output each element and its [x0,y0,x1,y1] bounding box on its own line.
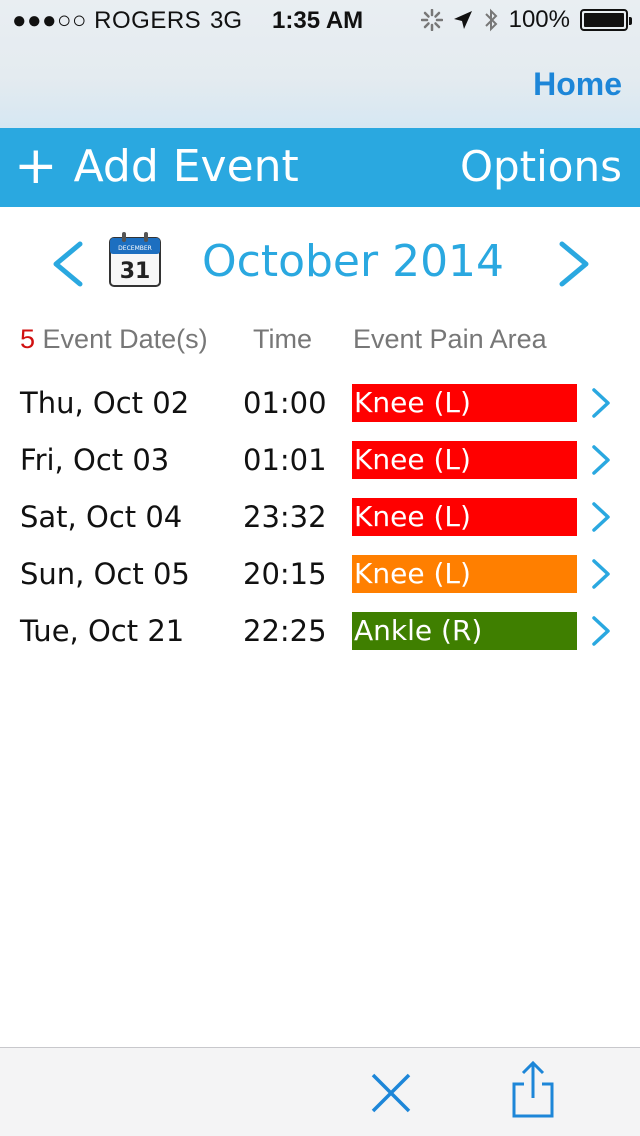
home-button[interactable]: Home [533,66,622,103]
chevron-right-icon[interactable] [588,386,614,420]
date-column-header: 5 Event Date(s) [20,324,208,355]
event-date: Sun, Oct 05 [20,557,190,591]
event-time: 01:01 [243,443,327,477]
month-title: October 2014 [202,236,505,287]
event-date: Sat, Oct 04 [20,500,183,534]
close-icon[interactable] [368,1070,414,1116]
add-event-label: Add Event [73,140,299,192]
event-row[interactable]: Tue, Oct 21 22:25 Ankle (R) [0,612,640,652]
event-date: Thu, Oct 02 [20,386,190,420]
battery-percent: 100% [508,6,570,33]
status-time: 1:35 AM [272,7,364,34]
event-row[interactable]: Sat, Oct 04 23:32 Knee (L) [0,498,640,538]
share-icon[interactable] [510,1060,556,1120]
event-row[interactable]: Fri, Oct 03 01:01 Knee (L) [0,441,640,481]
location-arrow-icon [453,11,472,29]
event-time: 22:25 [243,614,327,648]
battery-icon [580,9,632,31]
event-time: 01:00 [243,386,327,420]
event-pain-area: Ankle (R) [352,612,577,650]
top-bar: ●●●○○ ROGERS 3G 1:35 AM 100% Home [0,0,640,128]
bottom-toolbar [0,1047,640,1136]
time-column-header: Time [253,324,312,354]
chevron-right-icon[interactable] [588,443,614,477]
event-pain-area: Knee (L) [352,384,577,422]
event-count: 5 [20,324,36,354]
calendar-icon-month: DECEMBER [118,245,152,252]
chevron-right-icon[interactable] [588,614,614,648]
calendar-icon-day: 31 [120,259,151,284]
month-selector: DECEMBER 31 October 2014 [0,224,640,304]
event-pain-area: Knee (L) [352,441,577,479]
next-month-button[interactable] [552,224,592,304]
calendar-icon[interactable]: DECEMBER 31 [108,230,162,288]
area-column-header: Event Pain Area [353,324,547,354]
chevron-left-icon [53,241,83,287]
activity-spinner-icon [420,9,443,31]
bluetooth-icon [484,8,498,32]
event-date: Fri, Oct 03 [20,443,170,477]
event-pain-area: Knee (L) [352,498,577,536]
date-header-label: Event Date(s) [42,324,208,354]
event-pain-area: Knee (L) [352,555,577,593]
event-row[interactable]: Thu, Oct 02 01:00 Knee (L) [0,384,640,424]
options-button[interactable]: Options [460,142,622,191]
previous-month-button[interactable] [50,224,90,304]
carrier-label: ●●●○○ ROGERS [12,7,202,34]
event-row[interactable]: Sun, Oct 05 20:15 Knee (L) [0,555,640,595]
action-toolbar: + Add Event Options [0,128,640,207]
network-label: 3G [210,7,243,34]
add-event-button[interactable]: + Add Event [14,140,299,192]
chevron-right-icon[interactable] [588,500,614,534]
plus-icon: + [14,136,58,196]
status-bar: ●●●○○ ROGERS 3G 1:35 AM 100% [0,0,640,40]
status-right: 100% [420,6,632,34]
chevron-right-icon[interactable] [588,557,614,591]
event-date: Tue, Oct 21 [20,614,185,648]
event-time: 20:15 [243,557,327,591]
chevron-right-icon [559,241,589,287]
event-time: 23:32 [243,500,327,534]
